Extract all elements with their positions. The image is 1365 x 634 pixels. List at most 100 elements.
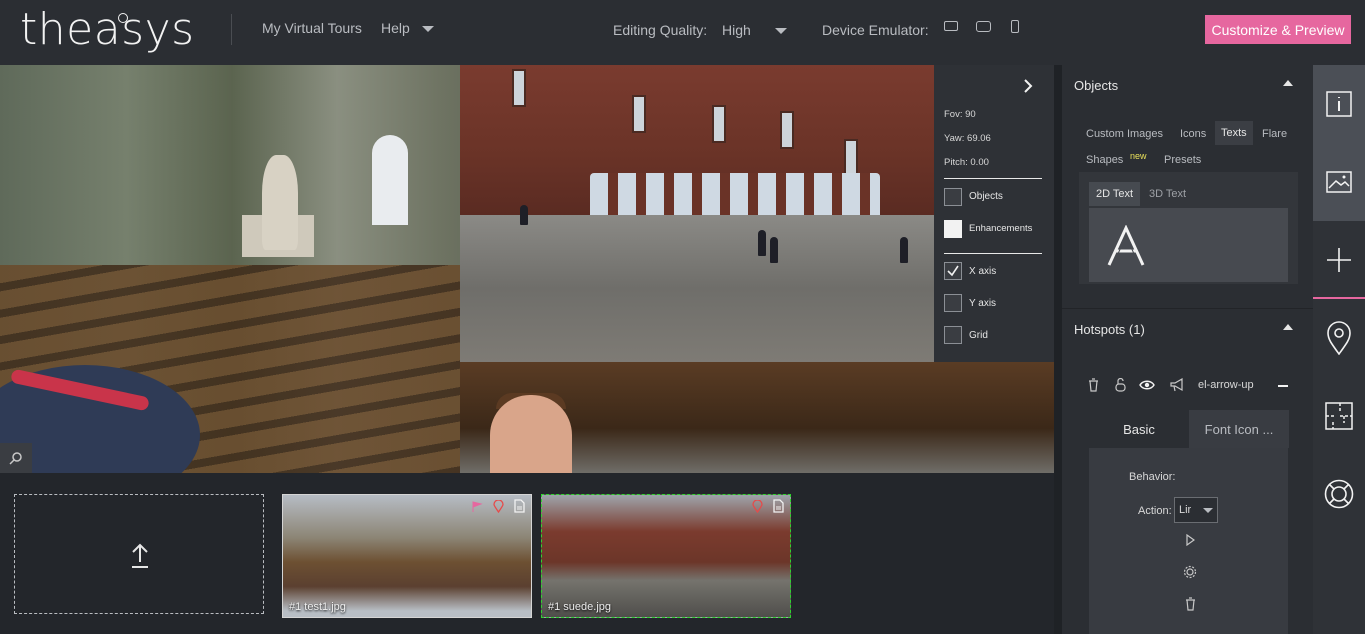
divider: [944, 178, 1042, 179]
desktop-icon[interactable]: [944, 21, 958, 31]
checkmark-icon: [947, 265, 959, 277]
tab-2d-text[interactable]: 2D Text: [1089, 182, 1141, 206]
panorama-window: [372, 135, 408, 225]
scene-strip: #1 test1.jpg #1 suede.jpg: [0, 473, 1054, 634]
trash-icon[interactable]: [1088, 378, 1099, 392]
tab-font-icon[interactable]: Font Icon ...: [1189, 410, 1289, 448]
preview-window: [780, 111, 794, 149]
scene-label: #1 test1.jpg: [289, 601, 346, 613]
editing-quality-label: Editing Quality:: [613, 22, 708, 38]
chevron-right-icon[interactable]: [1023, 79, 1033, 93]
preview-person: [900, 237, 908, 263]
gear-icon[interactable]: [1183, 565, 1197, 579]
action-label: Action:: [1138, 505, 1172, 517]
hotspot-name: el-arrow-up: [1198, 379, 1254, 391]
x-axis-checkbox[interactable]: [944, 262, 962, 280]
document-icon[interactable]: [773, 499, 784, 513]
y-axis-toggle-label: Y axis: [969, 298, 997, 309]
rail-floorplan-button[interactable]: [1313, 377, 1365, 455]
tab-flare[interactable]: Flare: [1262, 128, 1287, 140]
viewer-search-button[interactable]: [0, 443, 32, 473]
enhancements-checkbox[interactable]: [944, 220, 962, 238]
tab-basic[interactable]: Basic: [1089, 410, 1189, 448]
grid-toggle-label: Grid: [969, 330, 988, 341]
lifebuoy-icon: [1324, 479, 1354, 509]
hotspots-section-title: Hotspots (1): [1074, 322, 1145, 337]
rail-help-button[interactable]: [1313, 455, 1365, 533]
nav-my-virtual-tours[interactable]: My Virtual Tours: [262, 20, 362, 36]
divider: [1062, 308, 1313, 309]
map-pin-icon[interactable]: [752, 500, 763, 513]
new-badge: new: [1130, 151, 1147, 161]
tab-custom-images[interactable]: Custom Images: [1086, 128, 1163, 140]
rail-image-button[interactable]: [1313, 143, 1365, 221]
x-axis-toggle-label: X axis: [969, 266, 997, 277]
scene-thumbnail[interactable]: #1 test1.jpg: [282, 494, 532, 618]
trash-icon[interactable]: [1185, 597, 1196, 611]
scene-label: #1 suede.jpg: [548, 601, 611, 613]
unlock-icon[interactable]: [1115, 378, 1126, 392]
eye-icon[interactable]: [1139, 379, 1155, 391]
text-object-tile[interactable]: [1089, 208, 1288, 282]
text-subpanel: 2D Text 3D Text: [1079, 172, 1298, 284]
rail-info-button[interactable]: [1313, 65, 1365, 143]
objects-toggle-label: Objects: [969, 191, 1003, 202]
panorama-viewer[interactable]: Fov: 90 Yaw: 69.06 Pitch: 0.00 Objects E…: [0, 65, 1054, 473]
hotspot-row[interactable]: el-arrow-up: [1086, 378, 1296, 398]
yaw-readout: Yaw: 69.06: [944, 133, 991, 144]
rail-add-button[interactable]: [1313, 221, 1365, 299]
action-select[interactable]: Lir: [1174, 497, 1218, 523]
document-icon[interactable]: [514, 499, 525, 513]
preview-person: [520, 205, 528, 225]
y-axis-checkbox[interactable]: [944, 294, 962, 312]
properties-panel: Objects Custom Images Icons Texts Flare …: [1062, 65, 1313, 634]
enhancements-toggle-label: Enhancements: [969, 223, 1033, 234]
quality-chevron-down-icon[interactable]: [775, 28, 787, 34]
tablet-icon[interactable]: [976, 21, 991, 32]
tab-presets[interactable]: Presets: [1164, 154, 1201, 166]
rail-hotspot-button[interactable]: [1313, 299, 1365, 377]
objects-section-title: Objects: [1074, 78, 1119, 93]
action-select-value: Lir: [1179, 504, 1192, 516]
flag-icon[interactable]: [471, 501, 483, 513]
preview-window: [512, 69, 526, 107]
objects-checkbox[interactable]: [944, 188, 962, 206]
scene-preview[interactable]: [460, 65, 934, 362]
search-icon: [9, 452, 22, 465]
panel-divider[interactable]: [1054, 65, 1062, 634]
help-chevron-down-icon[interactable]: [422, 26, 434, 32]
tab-3d-text[interactable]: 3D Text: [1142, 182, 1193, 206]
top-bar: theasys My Virtual Tours Help Editing Qu…: [0, 0, 1365, 65]
phone-icon[interactable]: [1011, 20, 1019, 33]
editing-quality-select[interactable]: High: [722, 22, 751, 38]
minus-icon[interactable]: [1278, 385, 1288, 387]
upload-dropzone[interactable]: [14, 494, 264, 614]
scene-thumbnail-selected[interactable]: #1 suede.jpg: [541, 494, 791, 618]
preview-person: [758, 230, 766, 256]
upload-icon: [132, 543, 148, 568]
collapse-up-icon[interactable]: [1283, 324, 1293, 330]
logo[interactable]: theasys: [20, 4, 195, 55]
behavior-label: Behavior:: [1129, 471, 1176, 483]
preview-window: [632, 95, 646, 133]
grid-checkbox[interactable]: [944, 326, 962, 344]
preview-person: [770, 237, 778, 263]
map-pin-icon[interactable]: [493, 500, 504, 513]
panorama-statue: [262, 155, 298, 250]
customize-preview-button[interactable]: Customize & Preview: [1205, 15, 1351, 44]
floorplan-icon: [1325, 402, 1353, 430]
nav-help[interactable]: Help: [381, 20, 410, 36]
device-emulator-label: Device Emulator:: [822, 22, 929, 38]
map-pin-icon: [1327, 321, 1351, 355]
collapse-up-icon[interactable]: [1283, 80, 1293, 86]
preview-ground: [460, 215, 934, 362]
tab-icons[interactable]: Icons: [1180, 128, 1206, 140]
tab-shapes[interactable]: Shapes: [1086, 154, 1123, 166]
tool-rail: [1313, 65, 1365, 634]
fov-readout: Fov: 90: [944, 109, 976, 120]
play-icon[interactable]: [1185, 534, 1195, 546]
tab-texts[interactable]: Texts: [1215, 121, 1253, 145]
megaphone-icon[interactable]: [1170, 378, 1185, 392]
preview-window: [712, 105, 726, 143]
logo-ring: [118, 13, 128, 23]
